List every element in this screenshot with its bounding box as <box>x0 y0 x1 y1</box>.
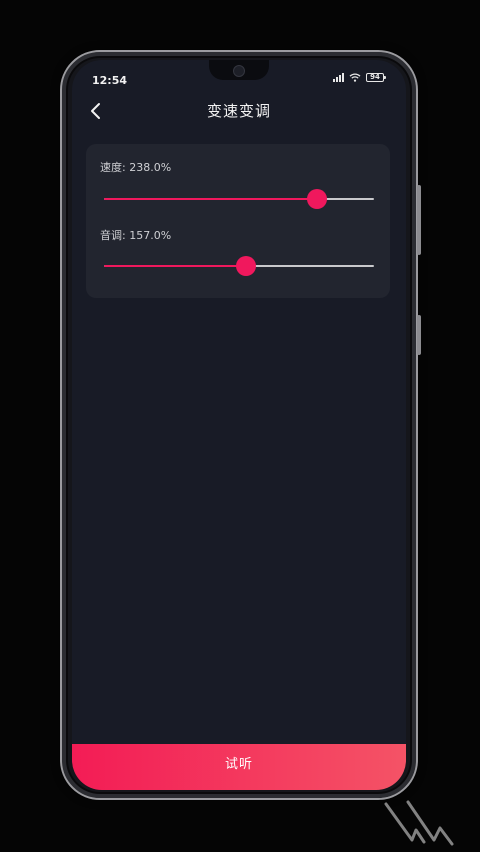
speed-label: 速度: 238.0% <box>100 161 172 174</box>
stage: 12:54 94 变速变调 速度: 238.0% 音调: 157.0% 试听 <box>0 0 480 852</box>
settings-card: 速度: 238.0% 音调: 157.0% <box>86 144 390 298</box>
status-icons: 94 <box>333 73 386 82</box>
front-camera <box>233 65 245 77</box>
watermark-logo <box>384 800 454 846</box>
pitch-slider[interactable] <box>104 256 374 276</box>
phone-side-button-volume <box>417 315 421 355</box>
pitch-slider-fill <box>104 265 246 267</box>
pitch-label: 音调: 157.0% <box>100 229 172 242</box>
speed-slider-thumb[interactable] <box>307 189 328 209</box>
battery-icon: 94 <box>366 73 386 82</box>
listen-button[interactable]: 试听 <box>72 744 406 790</box>
speed-slider[interactable] <box>104 189 374 209</box>
phone-side-button-power <box>417 185 421 255</box>
speed-slider-fill <box>104 198 318 200</box>
pitch-slider-thumb[interactable] <box>235 256 256 276</box>
wifi-icon <box>349 73 361 82</box>
page-title: 变速变调 <box>206 102 271 120</box>
app-screen: 12:54 94 变速变调 速度: 238.0% 音调: 157.0% 试听 <box>72 60 406 790</box>
signal-icon <box>333 73 344 82</box>
status-time: 12:54 <box>92 74 128 87</box>
notch <box>209 60 269 80</box>
